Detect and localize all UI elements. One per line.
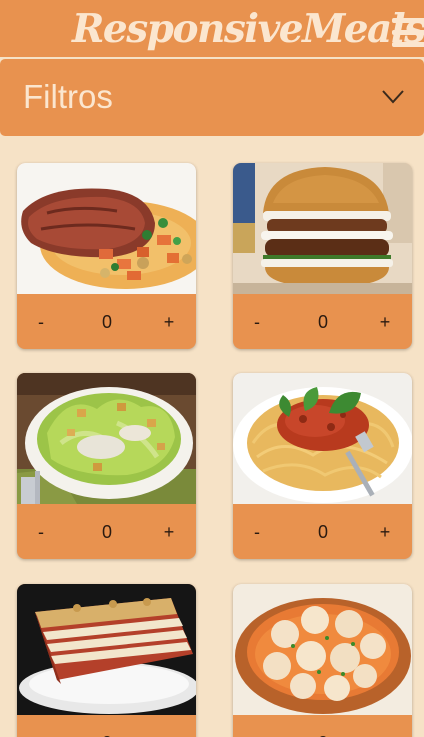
increase-button[interactable]: + [377,522,393,543]
filters-toggle[interactable]: Filtros [0,59,424,136]
tuna-steak-with-vegetables-image [17,163,196,294]
brand-logo[interactable]: ResponsiveMeals [72,6,424,52]
quantity-value: 0 [87,733,127,737]
quantity-controls: - 0 + [233,504,412,559]
filters-label: Filtros [23,78,113,115]
caesar-salad-image [17,373,196,504]
decrease-button[interactable]: - [249,733,265,737]
burger-image [233,163,412,294]
decrease-button[interactable]: - [249,312,265,333]
lasagna-image [17,584,196,715]
increase-button[interactable]: + [161,312,177,333]
decrease-button[interactable]: - [249,522,265,543]
meal-card: - 0 + [233,163,412,349]
spaghetti-bolognese-image [233,373,412,504]
meatballs-in-sauce-image [233,584,412,715]
quantity-value: 0 [303,733,343,737]
decrease-button[interactable]: - [33,733,49,737]
quantity-value: 0 [101,522,112,542]
hamburger-menu-icon[interactable] [392,18,424,50]
chevron-down-icon[interactable] [381,88,405,106]
menu-bar [392,42,424,47]
decrease-button[interactable]: - [33,312,49,333]
quantity-controls: - 0 + [233,294,412,349]
increase-button[interactable]: + [377,733,393,737]
quantity-value: 0 [317,522,328,542]
meal-card: - 0 + [233,584,412,737]
quantity-controls: - 0 + [17,715,196,737]
meal-card: - 0 + [233,373,412,559]
increase-button[interactable]: + [161,522,177,543]
menu-bar [392,18,424,23]
meal-card: - 0 + [17,373,196,559]
quantity-controls: - 0 + [17,294,196,349]
increase-button[interactable]: + [161,733,177,737]
quantity-value: 0 [101,312,112,332]
meal-card: - 0 + [17,163,196,349]
quantity-controls: - 0 + [17,504,196,559]
quantity-controls: - 0 + [233,715,412,737]
app-header: ResponsiveMeals [0,0,424,57]
meal-card: - 0 + [17,584,196,737]
quantity-value: 0 [317,312,328,332]
menu-bar [392,30,424,35]
increase-button[interactable]: + [377,312,393,333]
decrease-button[interactable]: - [33,522,49,543]
